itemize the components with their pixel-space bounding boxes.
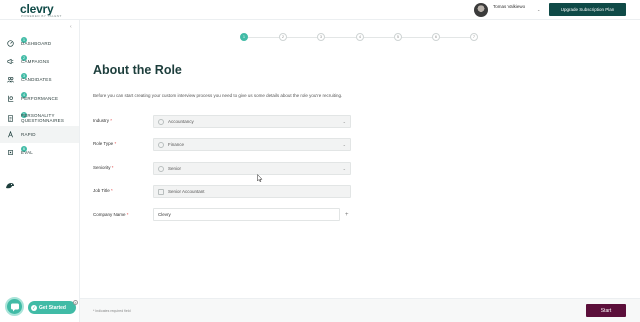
job-title-value: Senior Accountant bbox=[168, 189, 205, 194]
required-note: * Indicates required field bbox=[93, 309, 131, 313]
industry-label: Industry * bbox=[93, 118, 112, 123]
bird-icon[interactable] bbox=[5, 178, 15, 189]
chevron-down-icon: ⌄ bbox=[342, 119, 346, 124]
field-label-text: Role Type bbox=[93, 141, 114, 146]
chevron-down-icon[interactable]: ⌄ bbox=[537, 7, 540, 12]
required-marker: * bbox=[110, 118, 113, 123]
sidebar-item-eval[interactable]: 6 EVAL bbox=[0, 145, 79, 159]
user-name[interactable]: Tomas Valkiewo bbox=[493, 4, 525, 9]
sidebar-item-label: CAMPAIGNS bbox=[21, 58, 50, 64]
chevron-down-icon: ⌄ bbox=[342, 142, 346, 147]
page-description: Before you can start creating your custo… bbox=[93, 93, 343, 98]
industry-select[interactable]: Accountancy ⌄ bbox=[153, 115, 351, 128]
upgrade-subscription-button[interactable]: Upgrade Subscription Plan bbox=[549, 3, 626, 16]
progress-stepper: 1 2 3 4 5 6 7 bbox=[240, 33, 478, 41]
avatar[interactable] bbox=[474, 3, 488, 17]
role-type-value: Finance bbox=[168, 142, 185, 147]
step-5: 5 bbox=[394, 33, 402, 41]
chevron-down-icon: ⌄ bbox=[342, 166, 346, 171]
logo-tagline: POWERED BY TALENT bbox=[21, 14, 62, 18]
required-marker: * bbox=[114, 141, 117, 146]
mouse-cursor-icon bbox=[257, 174, 263, 182]
step-3: 3 bbox=[317, 33, 325, 41]
megaphone-icon: 2 bbox=[7, 54, 27, 65]
step-6: 6 bbox=[432, 33, 440, 41]
close-icon[interactable]: × bbox=[73, 300, 78, 305]
chat-widget-button[interactable] bbox=[5, 297, 24, 316]
chevron-left-icon[interactable]: ‹ bbox=[70, 24, 72, 30]
role-type-label: Role Type * bbox=[93, 141, 116, 146]
sidebar-item-candidates[interactable]: 3 CANDIDATES bbox=[0, 72, 79, 86]
rapid-icon bbox=[7, 131, 14, 138]
field-label-text: Company Name bbox=[93, 212, 126, 217]
field-label-text: Seniority bbox=[93, 165, 111, 170]
top-bar: clevry POWERED BY TALENT Tomas Valkiewo … bbox=[0, 0, 640, 20]
company-name-value: Clevry bbox=[158, 212, 171, 217]
page-title: About the Role bbox=[93, 63, 182, 77]
step-7: 7 bbox=[470, 33, 478, 41]
sidebar-item-label: PERSONALITY QUESTIONNAIRES bbox=[21, 113, 65, 123]
get-started-label: Get Started bbox=[39, 304, 66, 311]
field-label-text: Industry bbox=[93, 118, 110, 123]
sidebar-item-personality-questionnaires[interactable]: 5 PERSONALITY QUESTIONNAIRES bbox=[0, 109, 79, 127]
chart-icon: 4 bbox=[7, 91, 27, 102]
company-name-label: Company Name * bbox=[93, 212, 129, 217]
job-title-input[interactable]: Senior Accountant bbox=[153, 185, 351, 198]
sidebar-item-label: RAPID bbox=[21, 132, 36, 137]
seniority-field-icon bbox=[158, 165, 164, 172]
role-type-select[interactable]: Finance ⌄ bbox=[153, 138, 351, 151]
company-name-input[interactable]: Clevry bbox=[153, 208, 340, 221]
questionnaire-icon: 5 bbox=[7, 111, 27, 122]
sidebar-item-label: CANDIDATES bbox=[21, 76, 52, 82]
role-type-field-icon bbox=[158, 141, 164, 148]
briefcase-icon bbox=[158, 188, 164, 195]
step-1: 1 bbox=[240, 33, 248, 41]
people-icon: 3 bbox=[7, 72, 27, 83]
get-started-button[interactable]: ✓ Get Started bbox=[28, 301, 76, 314]
sidebar-item-performance[interactable]: 4 PERFORMANCE bbox=[0, 91, 79, 105]
sidebar-item-campaigns[interactable]: 2 CAMPAIGNS bbox=[0, 54, 79, 68]
industry-value: Accountancy bbox=[168, 119, 194, 124]
job-title-label: Job Title * bbox=[93, 188, 113, 193]
dashboard-icon: 1 bbox=[7, 36, 27, 47]
add-icon[interactable]: + bbox=[345, 212, 349, 218]
required-marker: * bbox=[111, 188, 113, 193]
seniority-select[interactable]: Senior ⌄ bbox=[153, 162, 351, 175]
seniority-value: Senior bbox=[168, 166, 182, 171]
form-footer: * Indicates required field Start bbox=[80, 298, 640, 322]
sidebar: ‹ 1 DASHBOARD 2 CAMPAIGNS 3 CANDIDATES 4… bbox=[0, 20, 80, 322]
sidebar-item-rapid[interactable]: RAPID bbox=[0, 126, 79, 143]
sidebar-item-label: EVAL bbox=[21, 149, 33, 155]
chat-icon bbox=[10, 303, 19, 311]
step-4: 4 bbox=[356, 33, 364, 41]
required-marker: * bbox=[126, 212, 129, 217]
required-marker: * bbox=[111, 165, 114, 170]
sidebar-item-label: DASHBOARD bbox=[21, 40, 52, 46]
step-2: 2 bbox=[279, 33, 287, 41]
sidebar-item-dashboard[interactable]: 1 DASHBOARD bbox=[0, 36, 79, 50]
field-label-text: Job Title bbox=[93, 188, 110, 193]
eval-icon: 6 bbox=[7, 145, 27, 156]
industry-field-icon bbox=[158, 118, 164, 125]
check-icon: ✓ bbox=[31, 304, 37, 311]
sidebar-item-label: PERFORMANCE bbox=[21, 95, 59, 101]
main-content: 1 2 3 4 5 6 7 About the Role Before you … bbox=[80, 20, 640, 322]
seniority-label: Seniority * bbox=[93, 165, 114, 170]
start-button[interactable]: Start bbox=[586, 304, 626, 317]
